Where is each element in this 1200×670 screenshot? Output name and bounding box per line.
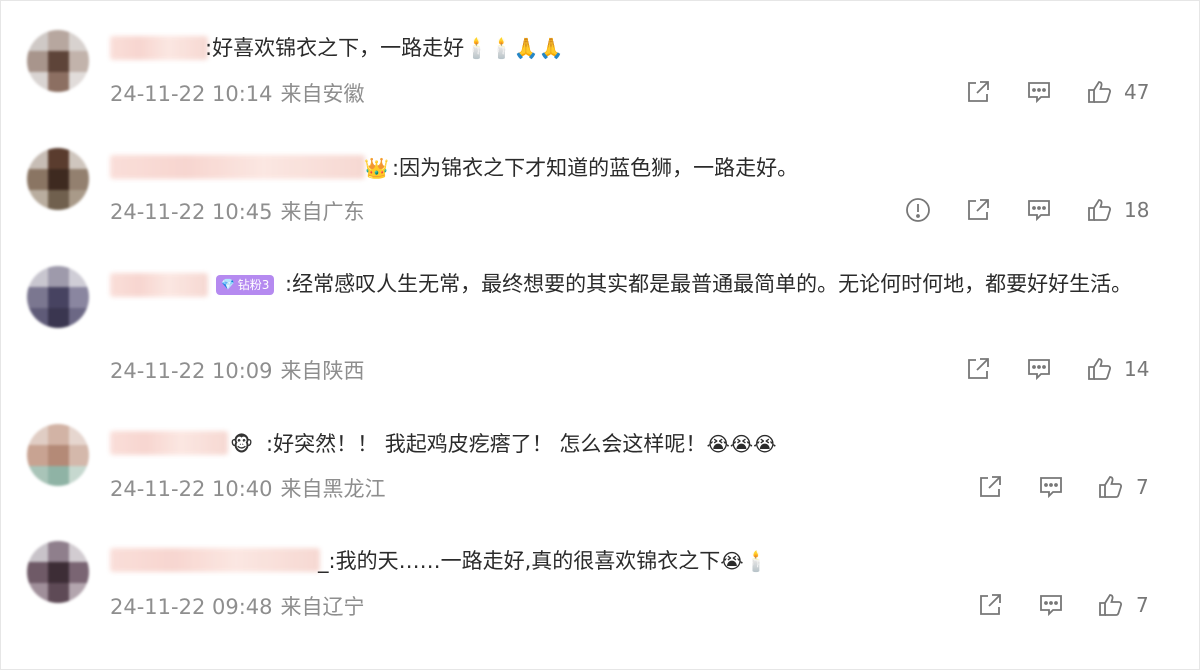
share-icon[interactable]: [964, 355, 994, 385]
username[interactable]: [110, 155, 365, 179]
timestamp: 24-11-22 10:14: [110, 82, 273, 106]
comment-text: :好突然！！ 我起鸡皮疙瘩了！ 怎么会这样呢！😭😭😭: [266, 432, 777, 456]
location: 来自辽宁: [280, 595, 365, 619]
action-bar: 14: [964, 355, 1164, 385]
monkey-badge-icon: 🐵: [230, 432, 254, 456]
comment-icon[interactable]: [1025, 355, 1055, 385]
action-bar: 7: [976, 473, 1156, 503]
comment-text: :因为锦衣之下才知道的蓝色狮，一路走好。: [392, 156, 799, 180]
like-icon[interactable]: [1096, 473, 1126, 503]
comment-meta: 24-11-22 10:40 来自黑龙江: [110, 473, 386, 503]
report-icon[interactable]: [904, 196, 934, 226]
share-icon[interactable]: [964, 78, 994, 108]
crown-icon: 👑: [364, 156, 389, 180]
avatar[interactable]: [27, 30, 89, 92]
action-bar: 7: [976, 591, 1156, 621]
avatar[interactable]: [27, 148, 89, 210]
location: 来自安徽: [280, 82, 365, 106]
like-icon[interactable]: [1096, 591, 1126, 621]
comment-meta: 24-11-22 10:14 来自安徽: [110, 78, 365, 108]
location: 来自黑龙江: [280, 477, 386, 501]
like-icon[interactable]: [1085, 355, 1115, 385]
username[interactable]: [110, 36, 208, 60]
like-count: 18: [1124, 198, 1150, 222]
comment-icon[interactable]: [1025, 78, 1055, 108]
action-bar: 18: [904, 196, 1164, 226]
like-count: 7: [1136, 475, 1149, 499]
like-count: 47: [1124, 80, 1150, 104]
like-icon[interactable]: [1085, 78, 1115, 108]
comment-icon[interactable]: [1037, 591, 1067, 621]
comment-text: _:我的天……一路走好,真的很喜欢锦衣之下😭🕯️: [318, 549, 769, 573]
share-icon[interactable]: [976, 473, 1006, 503]
comment-meta: 24-11-22 10:45 来自广东: [110, 196, 365, 226]
location: 来自陕西: [280, 359, 365, 383]
comment-meta: 24-11-22 09:48 来自辽宁: [110, 591, 365, 621]
like-count: 14: [1124, 357, 1150, 381]
action-bar: 47: [964, 78, 1164, 108]
location: 来自广东: [280, 200, 365, 224]
avatar[interactable]: [27, 541, 89, 603]
timestamp: 24-11-22 10:40: [110, 477, 273, 501]
like-icon[interactable]: [1085, 196, 1115, 226]
like-count: 7: [1136, 593, 1149, 617]
timestamp: 24-11-22 10:45: [110, 200, 273, 224]
avatar[interactable]: [27, 424, 89, 486]
comment-meta: 24-11-22 10:09 来自陕西: [110, 355, 365, 385]
share-icon[interactable]: [964, 196, 994, 226]
avatar[interactable]: [27, 266, 89, 328]
timestamp: 24-11-22 10:09: [110, 359, 273, 383]
comment-text: :经常感叹人生无常，最终想要的其实都是最普通最简单的。无论何时何地，都要好好生活…: [285, 272, 1133, 296]
share-icon[interactable]: [976, 591, 1006, 621]
comment-text: :好喜欢锦衣之下，一路走好🕯️🕯️🙏🙏: [205, 36, 564, 60]
username[interactable]: [110, 431, 228, 455]
username[interactable]: [110, 548, 320, 572]
comment-icon[interactable]: [1025, 196, 1055, 226]
comment-icon[interactable]: [1037, 473, 1067, 503]
timestamp: 24-11-22 09:48: [110, 595, 273, 619]
